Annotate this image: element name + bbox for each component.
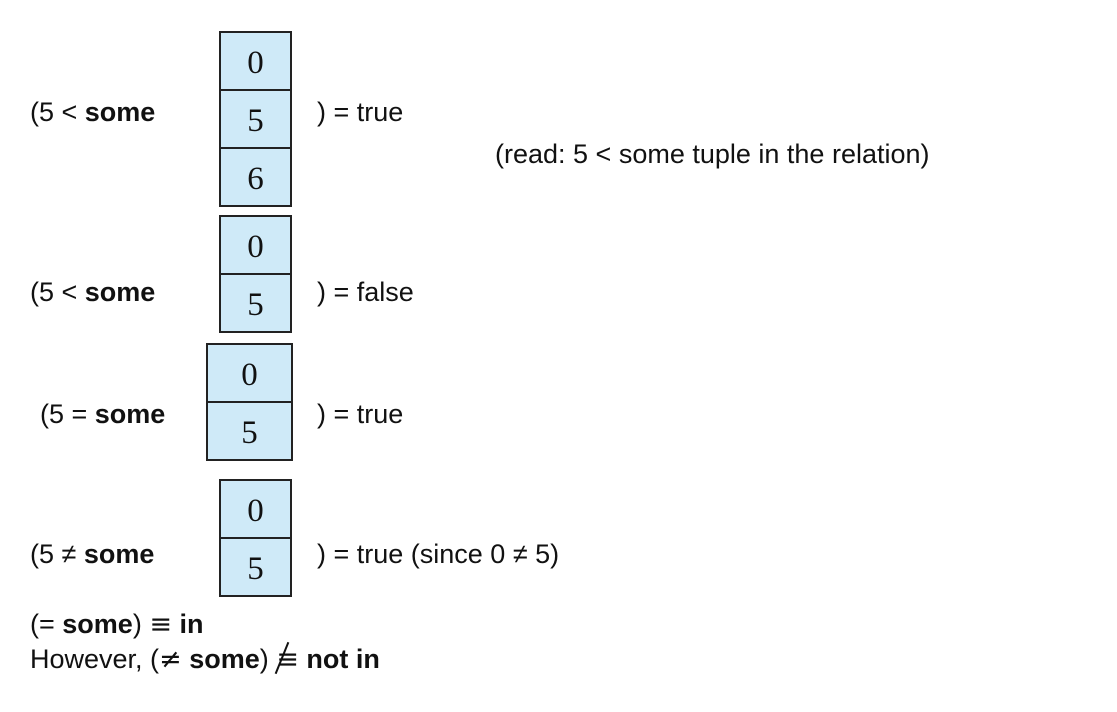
example-4-lhs: (5 ≠ some	[30, 538, 154, 570]
not-equivalent-symbol: ≡	[274, 641, 299, 676]
example-2-lhs: (5 < some	[30, 276, 155, 308]
relation-cell: 5	[208, 403, 291, 461]
equivalence-keyword: some	[62, 609, 133, 639]
example-4-open: (5 ≠	[30, 539, 84, 569]
example-4-keyword: some	[83, 539, 155, 569]
example-3-open: (5 =	[40, 399, 95, 429]
however-close: )	[259, 644, 269, 674]
relation-cell: 0	[208, 345, 291, 403]
however-prefix: However, (	[30, 644, 160, 674]
equivalence-open: (=	[30, 609, 63, 639]
example-1-result: ) = true	[317, 97, 404, 127]
relation-cell: 5	[221, 275, 290, 333]
example-2-open: (5 <	[30, 277, 85, 307]
example-3-relation: 0 5	[206, 343, 293, 461]
example-3-result: ) = true	[317, 399, 404, 429]
relation-cell: 0	[221, 481, 290, 539]
relation-cell: 6	[221, 149, 290, 207]
equivalence-target: in	[179, 609, 204, 639]
example-4-relation: 0 5	[219, 479, 292, 597]
equivalence-close: )	[132, 609, 142, 639]
example-4-result: ) = true (since 0 ≠ 5)	[317, 539, 560, 569]
example-3-keyword: some	[94, 399, 166, 429]
equivalence-line: (= some) ≡ in	[30, 608, 203, 641]
however-line: However, (≠ some) ≡ not in	[30, 641, 380, 676]
however-target: not in	[306, 644, 380, 674]
relation-cell: 0	[221, 217, 290, 275]
example-3-lhs: (5 = some	[40, 398, 165, 430]
however-keyword: some	[189, 644, 260, 674]
relation-cell: 5	[221, 539, 290, 597]
example-1-lhs: (5 < some	[30, 96, 155, 128]
equivalence-symbol: ≡	[149, 609, 172, 640]
example-2-keyword: some	[84, 277, 156, 307]
example-1-open: (5 <	[30, 97, 85, 127]
however-neq-symbol: ≠	[159, 644, 182, 675]
example-2-result: ) = false	[317, 277, 414, 307]
example-1-note: (read: 5 < some tuple in the relation)	[495, 139, 930, 169]
relation-cell: 5	[221, 91, 290, 149]
example-1-keyword: some	[84, 97, 156, 127]
example-2-relation: 0 5	[219, 215, 292, 333]
example-1-relation: 0 5 6	[219, 31, 292, 207]
relation-cell: 0	[221, 33, 290, 91]
